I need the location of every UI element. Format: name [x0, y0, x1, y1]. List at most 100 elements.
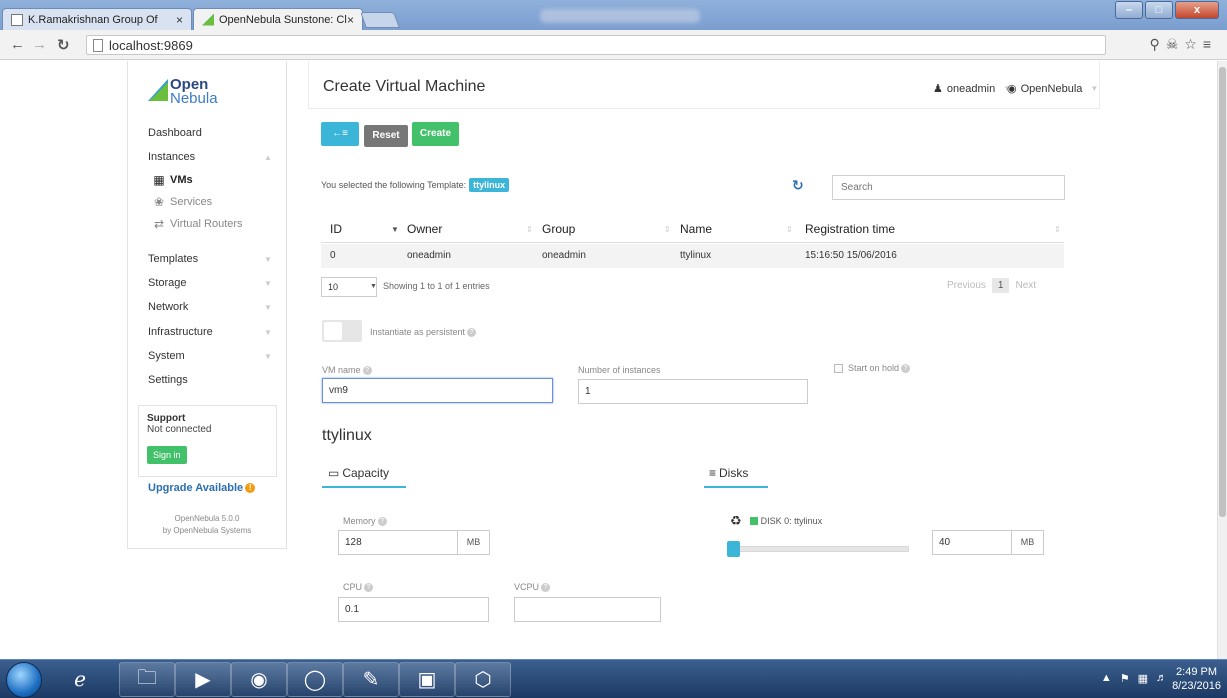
sidebar-item-virtual-routers[interactable]: ⇄ Virtual Routers [152, 217, 243, 231]
chrome-icon[interactable]: ◉ [231, 662, 287, 697]
page-length-select[interactable]: 10 ▼ [321, 277, 377, 297]
start-button[interactable] [6, 662, 42, 698]
minimize-button[interactable]: – [1115, 1, 1143, 19]
browser-toolbar-icons[interactable]: ⚲☠☆≡ [1149, 36, 1217, 53]
sidebar-item-network[interactable]: Network ▼ [148, 301, 272, 313]
column-header-id[interactable]: ID [330, 222, 342, 236]
laptop-icon: ▭ [328, 466, 340, 480]
column-header-name[interactable]: Name [680, 222, 712, 236]
reload-icon[interactable]: ↻ [57, 36, 70, 54]
page-scrollbar[interactable] [1217, 61, 1227, 659]
table-header: ID ▼ Owner ⇕ Group ⇕ Name ⇕ Registration… [321, 213, 1064, 243]
column-header-group[interactable]: Group [542, 222, 575, 236]
disk-size-unit-select[interactable]: MB [1012, 530, 1044, 555]
back-to-list-button[interactable]: ←≡ [321, 122, 359, 146]
sidebar-item-system[interactable]: System ▼ [148, 350, 272, 362]
box-app-icon[interactable]: ⬡ [455, 662, 511, 697]
browser-tab-strip: K.Ramakrishnan Group Of × OpenNebula Sun… [0, 0, 1227, 30]
support-title: Support [147, 413, 186, 424]
virtualbox-icon[interactable]: ◯ [287, 662, 343, 697]
maximize-button[interactable]: □ [1145, 1, 1173, 19]
sign-in-button[interactable]: Sign in [147, 446, 187, 464]
taskbar-clock[interactable]: 2:49 PM 8/23/2016 [1172, 665, 1221, 693]
pagination-next[interactable]: Next [1015, 280, 1036, 291]
column-header-owner[interactable]: Owner [407, 222, 442, 236]
close-window-button[interactable]: x [1175, 1, 1219, 19]
slider-handle[interactable] [727, 541, 740, 557]
url-input[interactable]: localhost:9869 [86, 35, 1106, 55]
user-menu[interactable]: ♟ oneadmin ▼ [933, 82, 1011, 96]
help-icon[interactable]: ? [377, 516, 387, 526]
persistent-toggle[interactable] [322, 320, 362, 342]
capacity-tab-underline [322, 486, 406, 488]
zone-menu[interactable]: ◉ OpenNebula ▼ [1007, 82, 1098, 96]
upgrade-available-link[interactable]: Upgrade Available ! [148, 482, 256, 494]
browser-tab-kramakrishnan[interactable]: K.Ramakrishnan Group Of × [2, 8, 192, 30]
file-explorer-icon[interactable]: 🗀 [119, 662, 175, 697]
sort-icon[interactable]: ⇕ [664, 225, 671, 234]
tab-disks[interactable]: ≡ Disks [709, 466, 748, 480]
vm-name-input[interactable]: vm9 [322, 378, 553, 403]
network-icon[interactable]: ▦ [1138, 672, 1148, 685]
memory-input[interactable]: 128 [338, 530, 458, 555]
opennebula-logo[interactable]: Open Nebula [148, 75, 238, 109]
close-tab-icon[interactable]: × [176, 13, 183, 27]
help-icon[interactable]: ? [467, 327, 477, 337]
column-header-registration-time[interactable]: Registration time [805, 222, 895, 236]
sidebar-item-dashboard[interactable]: Dashboard [148, 127, 202, 139]
sidebar-item-instances[interactable]: Instances ▲ [148, 151, 272, 163]
create-button[interactable]: Create [412, 122, 459, 146]
forward-arrow-icon[interactable]: → [32, 36, 47, 53]
search-input[interactable] [832, 175, 1065, 200]
vcpu-label-text: VCPU [514, 582, 540, 592]
disk-size-input[interactable]: 40 [932, 530, 1012, 555]
disk-size-slider[interactable] [727, 541, 909, 557]
help-icon[interactable]: ? [901, 363, 911, 373]
chevron-down-icon: ▼ [370, 283, 377, 290]
disk-status-icon [749, 517, 758, 525]
sort-icon[interactable]: ⇕ [1054, 225, 1061, 234]
new-tab-button[interactable] [360, 12, 400, 28]
pagination-previous[interactable]: Previous [947, 280, 986, 291]
clock-date: 8/23/2016 [1172, 680, 1221, 692]
sidebar-item-infrastructure[interactable]: Infrastructure ▼ [148, 326, 272, 338]
sidebar-item-settings[interactable]: Settings [148, 374, 188, 386]
word-icon[interactable]: ✎ [343, 662, 399, 697]
sidebar-item-storage[interactable]: Storage ▼ [148, 277, 272, 289]
selected-template-text: You selected the following Template: [321, 180, 467, 190]
help-icon[interactable]: ? [362, 365, 372, 375]
cpu-label-text: CPU [343, 582, 363, 592]
memory-unit-select[interactable]: MB [458, 530, 490, 555]
grid-icon: ▦ [153, 173, 165, 187]
cpu-input[interactable]: 0.1 [338, 597, 489, 622]
internet-explorer-icon[interactable]: ℯ [52, 662, 108, 697]
cubes-icon: ❀ [153, 195, 165, 209]
sort-icon[interactable]: ⇕ [526, 225, 533, 234]
show-hidden-icons-icon[interactable]: ▲ [1101, 672, 1112, 685]
help-icon[interactable]: ? [364, 582, 374, 592]
presentation-icon[interactable]: ▣ [399, 662, 455, 697]
instances-input[interactable]: 1 [578, 379, 808, 404]
action-center-flag-icon[interactable]: ⚑ [1120, 672, 1130, 685]
volume-icon[interactable]: ♬ [1156, 672, 1167, 685]
vcpu-input[interactable] [514, 597, 661, 622]
reset-button[interactable]: Reset [364, 125, 408, 147]
tab-capacity[interactable]: ▭ Capacity [328, 466, 389, 480]
close-tab-icon[interactable]: × [347, 13, 354, 27]
back-arrow-icon[interactable]: ← [10, 36, 25, 53]
refresh-icon[interactable]: ↻ [792, 177, 804, 194]
sidebar-item-vms[interactable]: ▦ VMs [152, 173, 192, 187]
media-player-icon[interactable]: ▶ [175, 662, 231, 697]
chevron-down-icon: ▼ [264, 254, 272, 264]
browser-tab-opennebula[interactable]: OpenNebula Sunstone: Cl × [193, 8, 363, 30]
table-row[interactable]: 0 oneadmin oneadmin ttylinux 15:16:50 15… [321, 244, 1064, 268]
scrollbar-thumb[interactable] [1219, 67, 1226, 517]
start-on-hold-checkbox[interactable] [834, 363, 843, 373]
help-icon[interactable]: ? [541, 582, 551, 592]
sidebar-item-templates[interactable]: Templates ▼ [148, 253, 272, 265]
sort-desc-icon[interactable]: ▼ [391, 225, 399, 234]
sidebar-item-services[interactable]: ❀ Services [152, 195, 212, 209]
pagination-page[interactable]: 1 [991, 278, 1010, 293]
recycle-icon[interactable]: ♻ [730, 513, 742, 529]
sort-icon[interactable]: ⇕ [786, 225, 793, 234]
